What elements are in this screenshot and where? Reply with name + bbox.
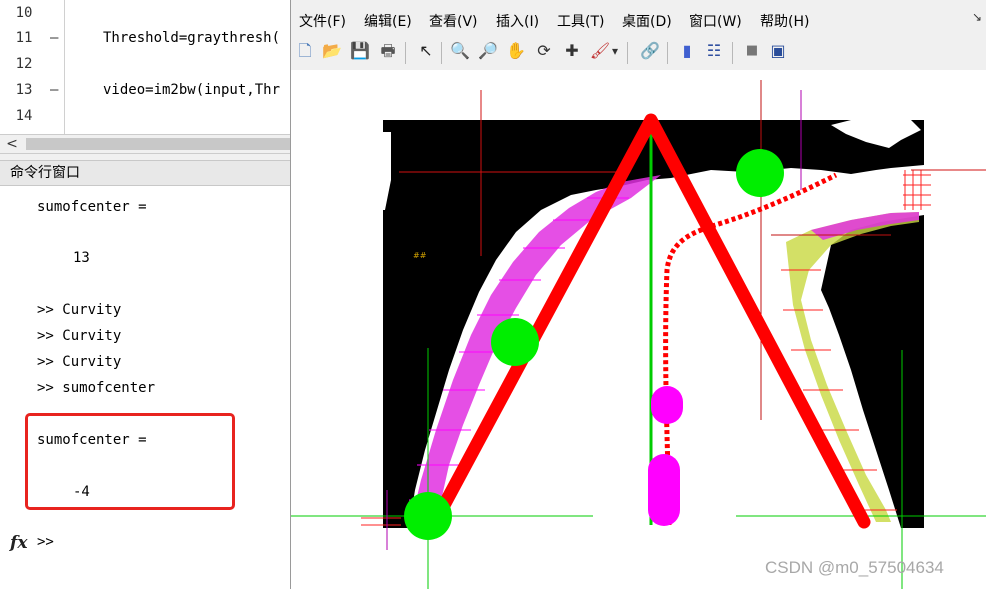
toolbar-separator [405,42,406,64]
dock-arrow-icon[interactable]: ↘ [972,10,982,24]
code-text: video=im2bw(input,Thr [103,82,281,98]
editor-horizontal-scrollbar[interactable]: < [0,134,290,154]
command-history-line: >> Curvity [37,328,122,344]
command-history-line: >> sumofcenter [37,380,156,396]
editor-line[interactable]: 12 [0,51,290,77]
marker-green-bottom-left [404,492,452,540]
print-icon[interactable]: 🖶 [377,40,399,62]
figure-menubar: 文件(F) 编辑(E) 查看(V) 插入(I) 工具(T) 桌面(D) 窗口(W… [291,10,986,34]
command-prompt[interactable]: >> [37,534,54,550]
brush-dropdown-icon[interactable]: ▾ [609,40,621,62]
marker-green-left [491,318,539,366]
menu-help[interactable]: 帮助(H) [760,10,809,34]
toolbar-separator [667,42,668,64]
zoom-in-icon[interactable]: 🔍 [449,40,471,62]
link-plot-icon[interactable]: 🔗 [639,40,661,62]
new-figure-icon[interactable]: 🗋 [294,40,316,62]
hide-plot-tools-icon[interactable]: ■ [741,40,763,62]
breakpoint-dash[interactable]: — [50,25,58,51]
menu-desktop[interactable]: 桌面(D) [622,10,672,34]
toolbar-separator [627,42,628,64]
highlight-annotation-box [25,413,235,510]
line-number: 13 [15,82,33,98]
brush-icon[interactable]: 🖌 [589,40,611,62]
figure-window: 文件(F) 编辑(E) 查看(V) 插入(I) 工具(T) 桌面(D) 窗口(W… [290,0,986,589]
open-file-icon[interactable]: 📂 [321,40,343,62]
marker-magenta-upper [651,386,683,424]
menu-edit[interactable]: 编辑(E) [364,10,412,34]
marker-green-top-right [736,149,784,197]
figure-toolbar: 🗋 📂 💾 🖶 ↖ 🔍 🔎 ✋ ⟳ ✚ 🖌 ▾ 🔗 ▮ ☷ ■ ▣ [291,36,986,68]
menu-view[interactable]: 查看(V) [429,10,478,34]
editor-line[interactable]: 13 — video=im2bw(input,Thr [0,77,290,103]
code-text: Threshold=graythresh( [103,30,281,46]
line-number: 11 [15,30,33,46]
colorbar-icon[interactable]: ▮ [676,40,698,62]
editor-line[interactable]: 11 — Threshold=graythresh( [0,25,290,51]
menu-insert[interactable]: 插入(I) [496,10,539,34]
data-cursor-icon[interactable]: ✚ [561,40,583,62]
line-number: 10 [15,5,33,21]
tiny-marker: ## [413,251,427,260]
zoom-out-icon[interactable]: 🔎 [477,40,499,62]
watermark: CSDN @m0_57504634 [765,558,944,577]
save-icon[interactable]: 💾 [349,40,371,62]
show-plot-tools-icon[interactable]: ▣ [767,40,789,62]
editor-line[interactable]: 10 [0,0,290,26]
editor-line[interactable]: 14 [0,103,290,129]
command-window-title: 命令行窗口 [0,160,290,186]
scroll-left-icon[interactable]: < [4,135,20,153]
line-number: 12 [15,56,33,72]
toolbar-separator [441,42,442,64]
legend-icon[interactable]: ☷ [703,40,725,62]
rotate-3d-icon[interactable]: ⟳ [533,40,555,62]
pan-hand-icon[interactable]: ✋ [505,40,527,62]
menu-window[interactable]: 窗口(W) [689,10,742,34]
command-history-line: >> Curvity [37,302,122,318]
toolbar-separator [732,42,733,64]
figure-axes-image[interactable]: ## [291,70,986,589]
command-output-line: sumofcenter = [37,199,147,215]
breakpoint-dash[interactable]: — [50,77,58,103]
menu-tools[interactable]: 工具(T) [557,10,604,34]
line-number: 14 [15,108,33,124]
code-editor[interactable]: 10 11 — Threshold=graythresh( 12 13 — vi… [0,0,290,134]
scrollbar-thumb[interactable] [26,138,290,150]
menu-file[interactable]: 文件(F) [299,10,346,34]
function-browser-icon[interactable]: fx [10,533,27,553]
marker-magenta-lower [648,454,680,526]
command-output-value: 13 [73,250,90,266]
command-history-line: >> Curvity [37,354,122,370]
edit-plot-arrow-icon[interactable]: ↖ [415,40,437,62]
